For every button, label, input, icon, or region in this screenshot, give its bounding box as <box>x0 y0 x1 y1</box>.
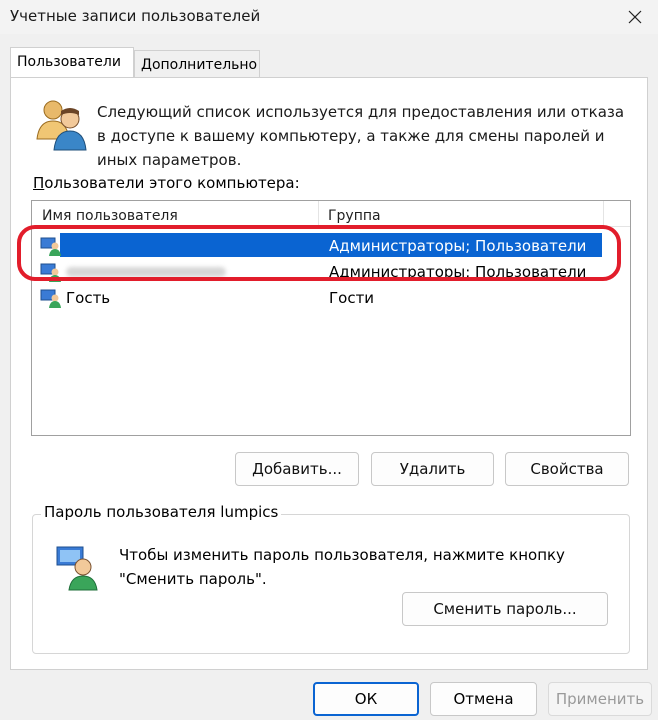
users-list-label: Пользователи этого компьютера: <box>33 174 300 192</box>
user-icon <box>40 289 61 308</box>
title-bar: Учетные записи пользователей <box>0 0 658 34</box>
intro-text: Следующий список используется для предос… <box>97 103 625 169</box>
user-icon <box>40 263 61 282</box>
table-row[interactable]: Гость Гости <box>34 285 628 311</box>
tab-panel-users: Следующий список используется для предос… <box>10 77 648 670</box>
password-hint-text: Чтобы изменить пароль пользователя, нажм… <box>119 546 565 588</box>
column-header-group[interactable]: Группа <box>328 208 381 224</box>
column-header-username[interactable]: Имя пользователя <box>42 208 178 224</box>
column-separator[interactable] <box>318 201 319 227</box>
password-group-title: Пароль пользователя lumpics <box>41 503 282 521</box>
add-user-button[interactable]: Добавить... <box>235 452 359 486</box>
blurred-username <box>66 267 226 277</box>
users-icon <box>36 100 87 151</box>
close-icon <box>628 10 642 24</box>
table-row[interactable]: Администраторы; Пользователи <box>34 233 628 259</box>
column-separator[interactable] <box>603 201 604 227</box>
user-password-icon <box>56 546 98 591</box>
user-group-cell: Администраторы; Пользователи <box>329 237 587 255</box>
tab-strip: Пользователи Дополнительно <box>0 47 658 78</box>
password-groupbox: Пароль пользователя lumpics Чтобы измени… <box>32 503 630 654</box>
table-row[interactable]: Администраторы; Пользователи <box>34 259 628 285</box>
apply-button[interactable]: Применить <box>548 682 652 716</box>
tab-advanced[interactable]: Дополнительно <box>134 50 260 78</box>
ok-button[interactable]: ОК <box>313 682 419 716</box>
close-button[interactable] <box>612 0 658 34</box>
tab-users[interactable]: Пользователи <box>10 47 134 77</box>
user-name-cell: Гость <box>66 289 111 307</box>
window-title: Учетные записи пользователей <box>10 7 261 25</box>
change-password-button[interactable]: Сменить пароль... <box>402 592 608 626</box>
users-listview[interactable]: Имя пользователя Группа Администраторы; … <box>31 200 631 436</box>
user-icon <box>40 237 61 256</box>
remove-user-button[interactable]: Удалить <box>371 452 494 486</box>
user-group-cell: Администраторы; Пользователи <box>329 263 587 281</box>
listview-header: Имя пользователя Группа <box>32 201 630 227</box>
properties-button[interactable]: Свойства <box>505 452 629 486</box>
cancel-button[interactable]: Отмена <box>430 682 537 716</box>
user-group-cell: Гости <box>329 289 375 307</box>
